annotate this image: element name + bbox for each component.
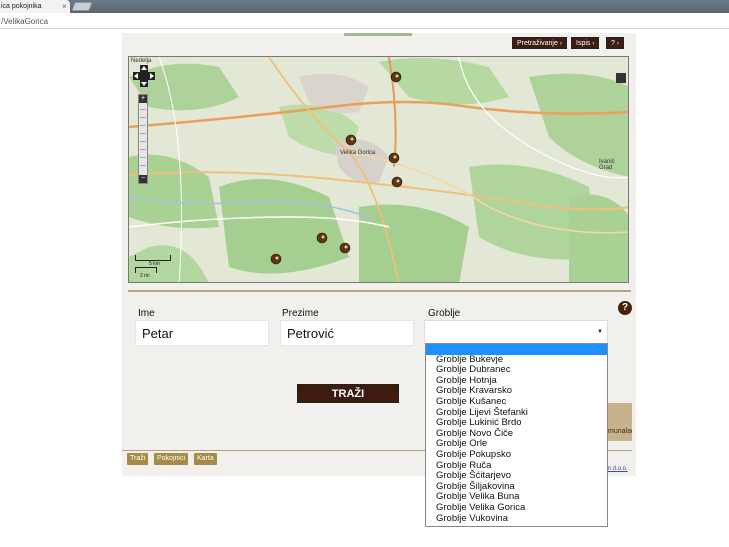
groblje-option[interactable] xyxy=(426,344,607,355)
groblje-dropdown-list[interactable]: Groblje Bukevje Groblje Dubranec Groblje H… xyxy=(425,343,608,527)
zoom-out-button[interactable]: − xyxy=(139,175,147,183)
nav-pokojnici-button[interactable]: Pokojnici xyxy=(154,453,189,465)
browser-tab[interactable]: ica pokojnika × xyxy=(0,0,70,13)
help-toolbar-button[interactable]: ? › xyxy=(606,37,624,49)
nav-trazi-button[interactable]: Traži xyxy=(127,453,149,465)
print-button[interactable]: Ispis › xyxy=(571,37,600,49)
chevron-right-icon: › xyxy=(559,41,562,47)
brand-logo-text: munalac xyxy=(608,428,632,435)
groblje-option[interactable]: Groblje Velika Gorica xyxy=(426,502,607,514)
address-bar[interactable]: /VelikaGorica xyxy=(0,13,729,29)
dropdown-arrow-icon: ▼ xyxy=(597,329,603,335)
search-toolbar-button[interactable]: Pretraživanje › xyxy=(512,37,567,49)
map-place-velika-gorica: Velika Gorica xyxy=(340,150,376,156)
prezime-input[interactable]: Petrović xyxy=(280,320,414,346)
map-place-nedelja: Nedelja xyxy=(131,58,152,64)
close-tab-icon[interactable]: × xyxy=(62,2,67,11)
browser-tab-title: ica pokojnika xyxy=(1,3,42,10)
groblje-option[interactable]: Groblje Pokupsko xyxy=(426,449,607,461)
groblje-option[interactable]: Groblje Kušanec xyxy=(426,396,607,408)
cemetery-map[interactable]: Nedelja Velika Gorica Ivanić Grad + − 5 … xyxy=(128,56,629,283)
brand-logo: munalac xyxy=(608,403,632,441)
map-tiles xyxy=(129,57,628,282)
groblje-label: Groblje xyxy=(428,308,461,319)
ime-input[interactable]: Petar xyxy=(135,320,269,346)
map-pan-control[interactable] xyxy=(133,65,155,87)
scale-mi-label: 2 mi xyxy=(140,273,150,279)
groblje-option[interactable]: Groblje Vukovina xyxy=(426,513,607,525)
top-accent-bar xyxy=(344,33,412,36)
browser-tab-strip: ica pokojnika × xyxy=(0,0,729,13)
search-submit-button[interactable]: TRAŽI xyxy=(297,384,399,403)
groblje-select[interactable]: ▼ xyxy=(424,320,608,344)
chevron-right-icon: › xyxy=(592,41,595,47)
new-tab-button[interactable] xyxy=(71,2,93,11)
zoom-in-button[interactable]: + xyxy=(139,95,147,103)
help-icon[interactable]: ? xyxy=(618,301,632,315)
ime-label: Ime xyxy=(138,308,155,319)
prezime-label: Prezime xyxy=(282,308,319,319)
chevron-right-icon: › xyxy=(616,41,619,47)
layer-switcher-icon[interactable] xyxy=(616,73,626,83)
section-divider xyxy=(128,290,631,292)
pan-arrows-icon xyxy=(133,65,155,87)
scale-km-label: 5 km xyxy=(149,261,160,267)
map-scale: 5 km 2 mi xyxy=(135,255,171,279)
nav-karta-button[interactable]: Karta xyxy=(194,453,217,465)
map-place-ivanic-grad: Ivanić Grad xyxy=(599,159,615,171)
address-bar-url: /VelikaGorica xyxy=(1,17,49,26)
footer-credit-link[interactable]: m d.o.o. xyxy=(606,466,628,472)
map-zoom-bar[interactable]: + − xyxy=(138,94,148,184)
